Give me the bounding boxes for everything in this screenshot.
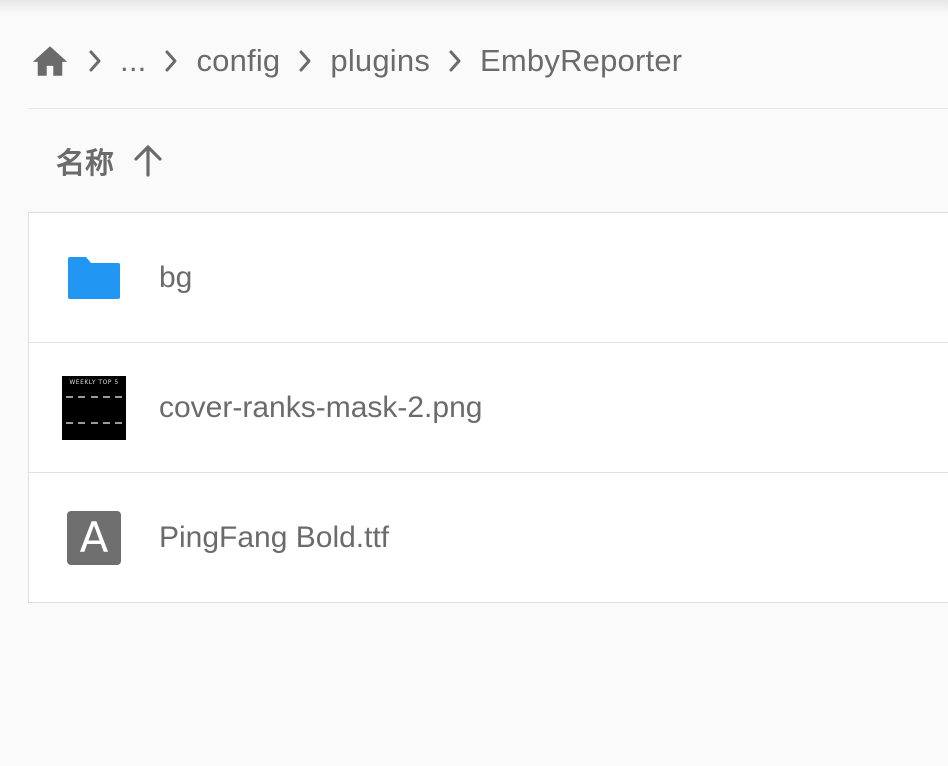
chevron-right-icon xyxy=(444,47,466,75)
image-thumbnail: WEEKLY TOP 5 xyxy=(62,375,126,440)
chevron-right-icon xyxy=(294,47,316,75)
arrow-up-icon[interactable] xyxy=(132,143,164,179)
list-item[interactable]: WEEKLY TOP 5 cover-ranks-mask-2.png xyxy=(29,343,948,473)
name-column-header[interactable]: 名称 xyxy=(56,140,114,182)
breadcrumb-plugins[interactable]: plugins xyxy=(330,43,430,79)
breadcrumb-divider xyxy=(28,108,948,109)
breadcrumb-ellipsis[interactable]: ... xyxy=(120,43,146,79)
chevron-right-icon xyxy=(84,47,106,75)
font-icon: A xyxy=(62,506,126,570)
list-item[interactable]: bg xyxy=(29,213,948,343)
folder-icon xyxy=(62,246,126,310)
breadcrumb: ... config plugins EmbyReporter xyxy=(30,34,682,88)
file-name: PingFang Bold.ttf xyxy=(159,520,390,554)
list-item[interactable]: A PingFang Bold.ttf xyxy=(29,473,948,602)
list-header: 名称 xyxy=(56,136,164,186)
file-name: bg xyxy=(159,260,193,294)
breadcrumb-config[interactable]: config xyxy=(196,43,280,79)
file-name: cover-ranks-mask-2.png xyxy=(159,390,483,424)
breadcrumb-embyreporter[interactable]: EmbyReporter xyxy=(480,43,682,79)
top-shadow xyxy=(0,0,948,14)
thumbnail-title: WEEKLY TOP 5 xyxy=(69,378,119,386)
file-list: bg WEEKLY TOP 5 cover-ranks-mask-2.png A… xyxy=(28,212,948,603)
chevron-right-icon xyxy=(160,47,182,75)
home-icon[interactable] xyxy=(30,41,70,81)
